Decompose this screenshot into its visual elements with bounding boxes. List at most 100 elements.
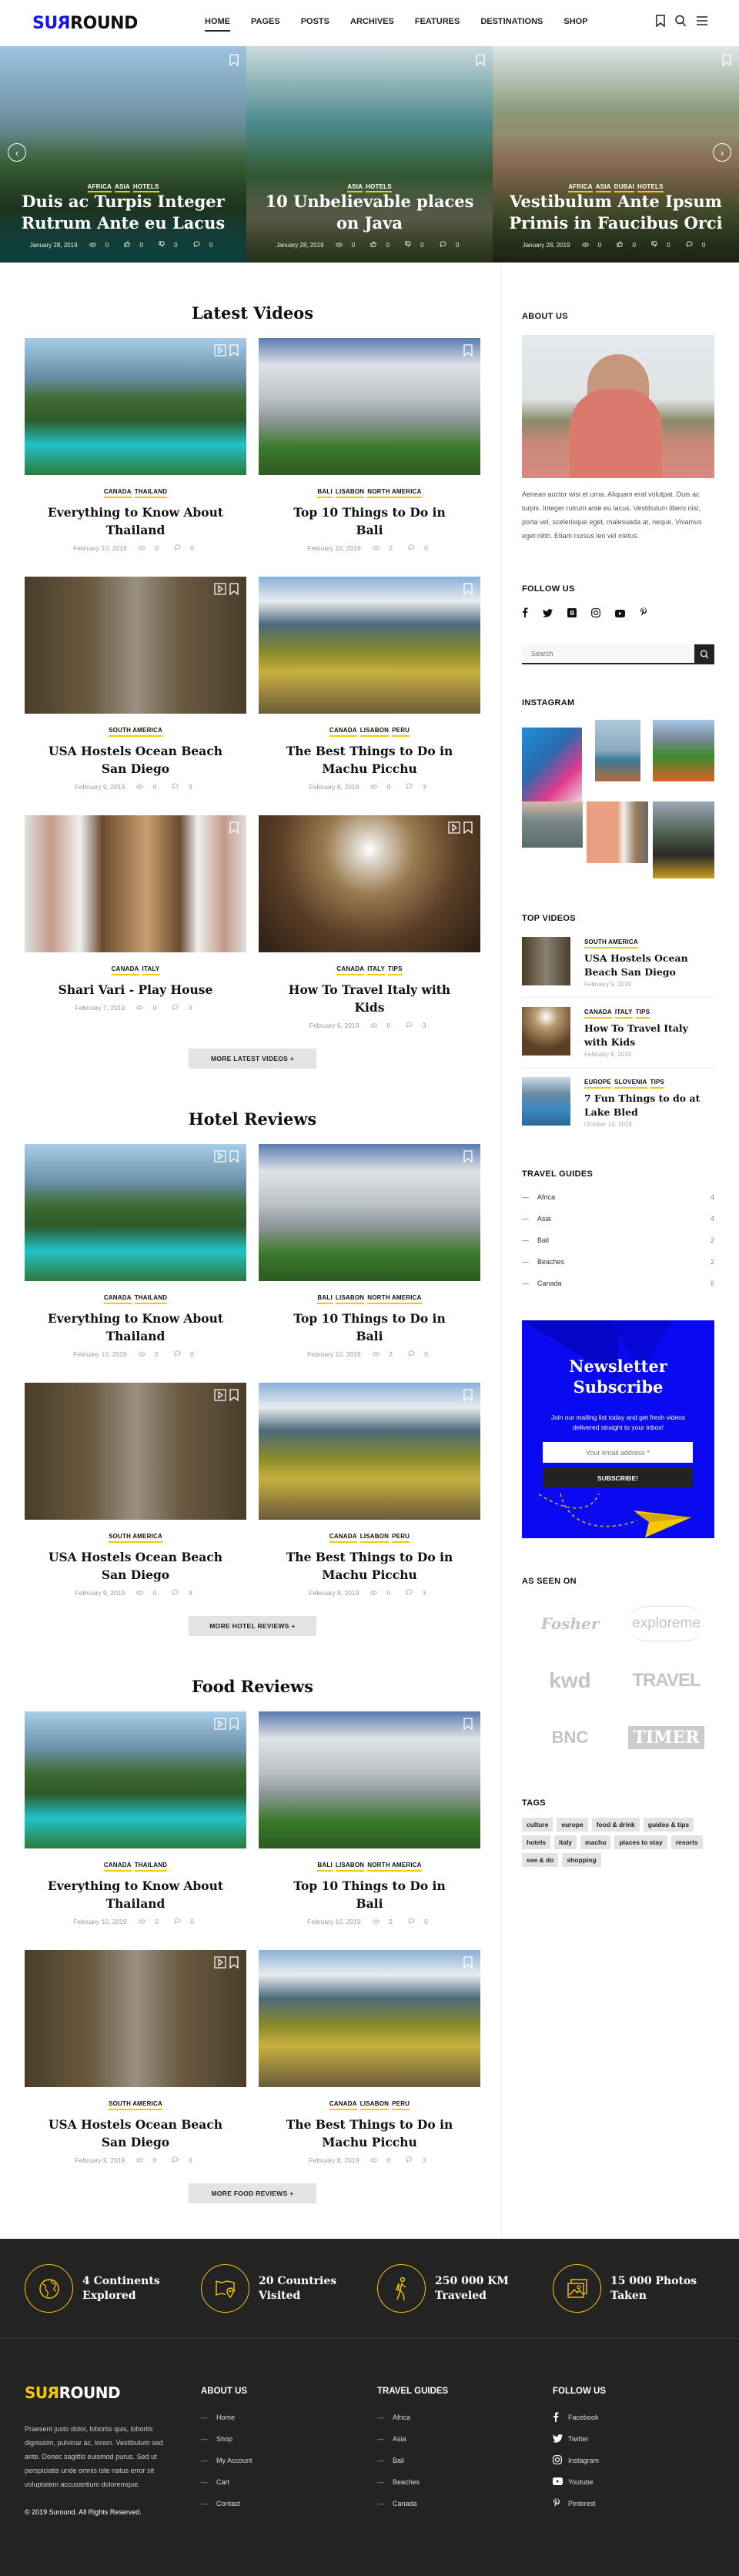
tag-link[interactable]: europe [557,1818,588,1832]
bookmark-icon[interactable] [229,1956,239,1972]
nav-item-destinations[interactable]: DESTINATIONS [480,17,543,32]
category-link[interactable]: CANADA [103,488,132,498]
bookmark-icon[interactable] [229,1150,239,1166]
category-link[interactable]: EUROPE [584,1079,611,1089]
footer-link[interactable]: — Beaches [377,2471,448,2493]
tag-link[interactable]: machu [580,1835,611,1849]
category-link[interactable]: SOUTH AMERICA [109,2100,162,2110]
top-video-title[interactable]: USA Hostels Ocean Beach San Diego [584,952,714,979]
top-video-title[interactable]: How To Travel Italy with Kids [584,1022,714,1049]
bookmark-icon[interactable] [463,344,473,360]
tag-link[interactable]: guides & tips [643,1818,694,1832]
category-link[interactable]: LISABON [335,1862,365,1872]
bookmark-icon[interactable] [722,54,731,70]
site-logo[interactable]: SURROUND [32,14,138,33]
instagram-photo[interactable] [595,720,640,781]
category-link[interactable]: SOUTH AMERICA [109,1533,162,1543]
bookmark-icon[interactable] [463,1718,473,1734]
post-thumbnail[interactable] [25,577,246,714]
hero-slide[interactable]: AFRICA ASIA DUBAI HOTELS Vestibulum Ante Ips… [493,46,739,263]
subscribe-button[interactable]: SUBSCRIBE! [543,1467,693,1488]
top-video-thumbnail[interactable] [522,1007,570,1055]
category-link[interactable]: CANADA [329,727,357,737]
category-link[interactable]: SOUTH AMERICA [109,727,162,737]
instagram-icon[interactable] [591,607,600,621]
play-video-icon[interactable] [214,1389,226,1405]
footer-link[interactable]: — Africa [377,2407,448,2428]
post-title[interactable]: Everything to Know About Thailand [25,1877,246,1912]
tag-link[interactable]: places to stay [614,1835,667,1849]
bookmark-icon[interactable] [463,821,473,838]
post-title[interactable]: USA Hostels Ocean Beach San Diego [25,2116,246,2151]
category-link[interactable]: LISABON [335,1294,365,1304]
email-input[interactable] [543,1442,693,1463]
tag-link[interactable]: see & do [522,1853,559,1867]
tag-link[interactable]: shopping [562,1853,601,1867]
travel-guide-item[interactable]: — Africa 4 [522,1186,714,1208]
post-thumbnail[interactable] [25,1383,246,1520]
category-link[interactable]: NORTH AMERICA [367,1862,422,1872]
menu-icon[interactable] [696,15,708,31]
play-video-icon[interactable] [214,1956,226,1972]
press-logo[interactable]: exploreme [629,1606,704,1641]
travel-guide-item[interactable]: — Beaches 2 [522,1251,714,1273]
category-link[interactable]: CANADA [329,1533,357,1543]
play-video-icon[interactable] [214,1718,226,1734]
category-link[interactable]: BALI [317,1294,333,1304]
bookmark-icon[interactable] [229,821,239,838]
play-video-icon[interactable] [448,821,460,838]
more-posts-button[interactable]: MORE LATEST VIDEOS + [189,1049,316,1069]
chevron-right-icon[interactable]: › [713,143,731,162]
post-thumbnail[interactable] [25,1950,246,2087]
post-title[interactable]: How To Travel Italy with Kids [259,981,480,1016]
post-thumbnail[interactable] [25,1144,246,1281]
nav-item-home[interactable]: HOME [205,17,230,32]
press-logo[interactable]: BNC [552,1720,589,1755]
category-link[interactable]: LISABON [359,727,390,737]
nav-item-features[interactable]: FEATURES [415,17,460,32]
play-video-icon[interactable] [214,583,226,599]
play-video-icon[interactable] [214,344,226,360]
footer-link[interactable]: — My Account [201,2450,252,2471]
footer-link[interactable]: — Canada [377,2493,448,2514]
bookmark-icon[interactable] [463,583,473,599]
tag-link[interactable]: food & drink [591,1818,640,1832]
category-link[interactable]: CANADA [103,1862,132,1872]
nav-item-shop[interactable]: SHOP [563,17,587,32]
post-thumbnail[interactable] [259,338,480,475]
more-posts-button[interactable]: MORE FOOD REVIEWS + [189,2183,316,2203]
footer-link[interactable]: — Cart [201,2471,252,2493]
bookmark-icon[interactable] [463,1150,473,1166]
category-link[interactable]: PERU [392,2100,410,2110]
bookmark-icon[interactable] [229,583,239,599]
instagram-photo[interactable] [587,801,648,863]
nav-item-archives[interactable]: ARCHIVES [350,17,394,32]
post-thumbnail[interactable] [25,338,246,475]
bookmark-icon[interactable] [229,1389,239,1405]
footer-link[interactable]: — Contact [201,2493,252,2514]
play-video-icon[interactable] [214,1150,226,1166]
top-video-thumbnail[interactable] [522,1077,570,1126]
bookmark-icon[interactable] [229,54,239,70]
top-video-title[interactable]: 7 Fun Things to do at Lake Bled [584,1092,714,1119]
post-title[interactable]: USA Hostels Ocean Beach San Diego [25,742,246,778]
category-link[interactable]: THAILAND [134,488,168,498]
footer-link[interactable]: — Home [201,2407,252,2428]
post-thumbnail[interactable] [25,1711,246,1848]
search-button[interactable] [694,644,714,664]
facebook-icon[interactable] [522,607,528,621]
category-link[interactable]: PERU [392,1533,410,1543]
instagram-photo[interactable] [653,720,714,781]
bookmark-icon[interactable] [463,1956,473,1972]
post-thumbnail[interactable] [259,1144,480,1281]
post-title[interactable]: The Best Things to Do in Machu Picchu [259,2116,480,2151]
category-link[interactable]: CANADA [584,1009,612,1019]
slide-title[interactable]: 10 Unbelievable places on Java [257,191,482,234]
slide-title[interactable]: Duis ac Turpis Integer Rutrum Ante eu La… [11,191,236,234]
post-title[interactable]: The Best Things to Do in Machu Picchu [259,742,480,778]
category-link[interactable]: BALI [317,1862,333,1872]
tag-link[interactable]: resorts [670,1835,703,1849]
category-link[interactable]: CANADA [329,2100,357,2110]
hero-slide[interactable]: ASIA HOTELS 10 Unbelievable places on Java… [246,46,493,263]
footer-social-link[interactable]: Pinterest [553,2493,606,2514]
